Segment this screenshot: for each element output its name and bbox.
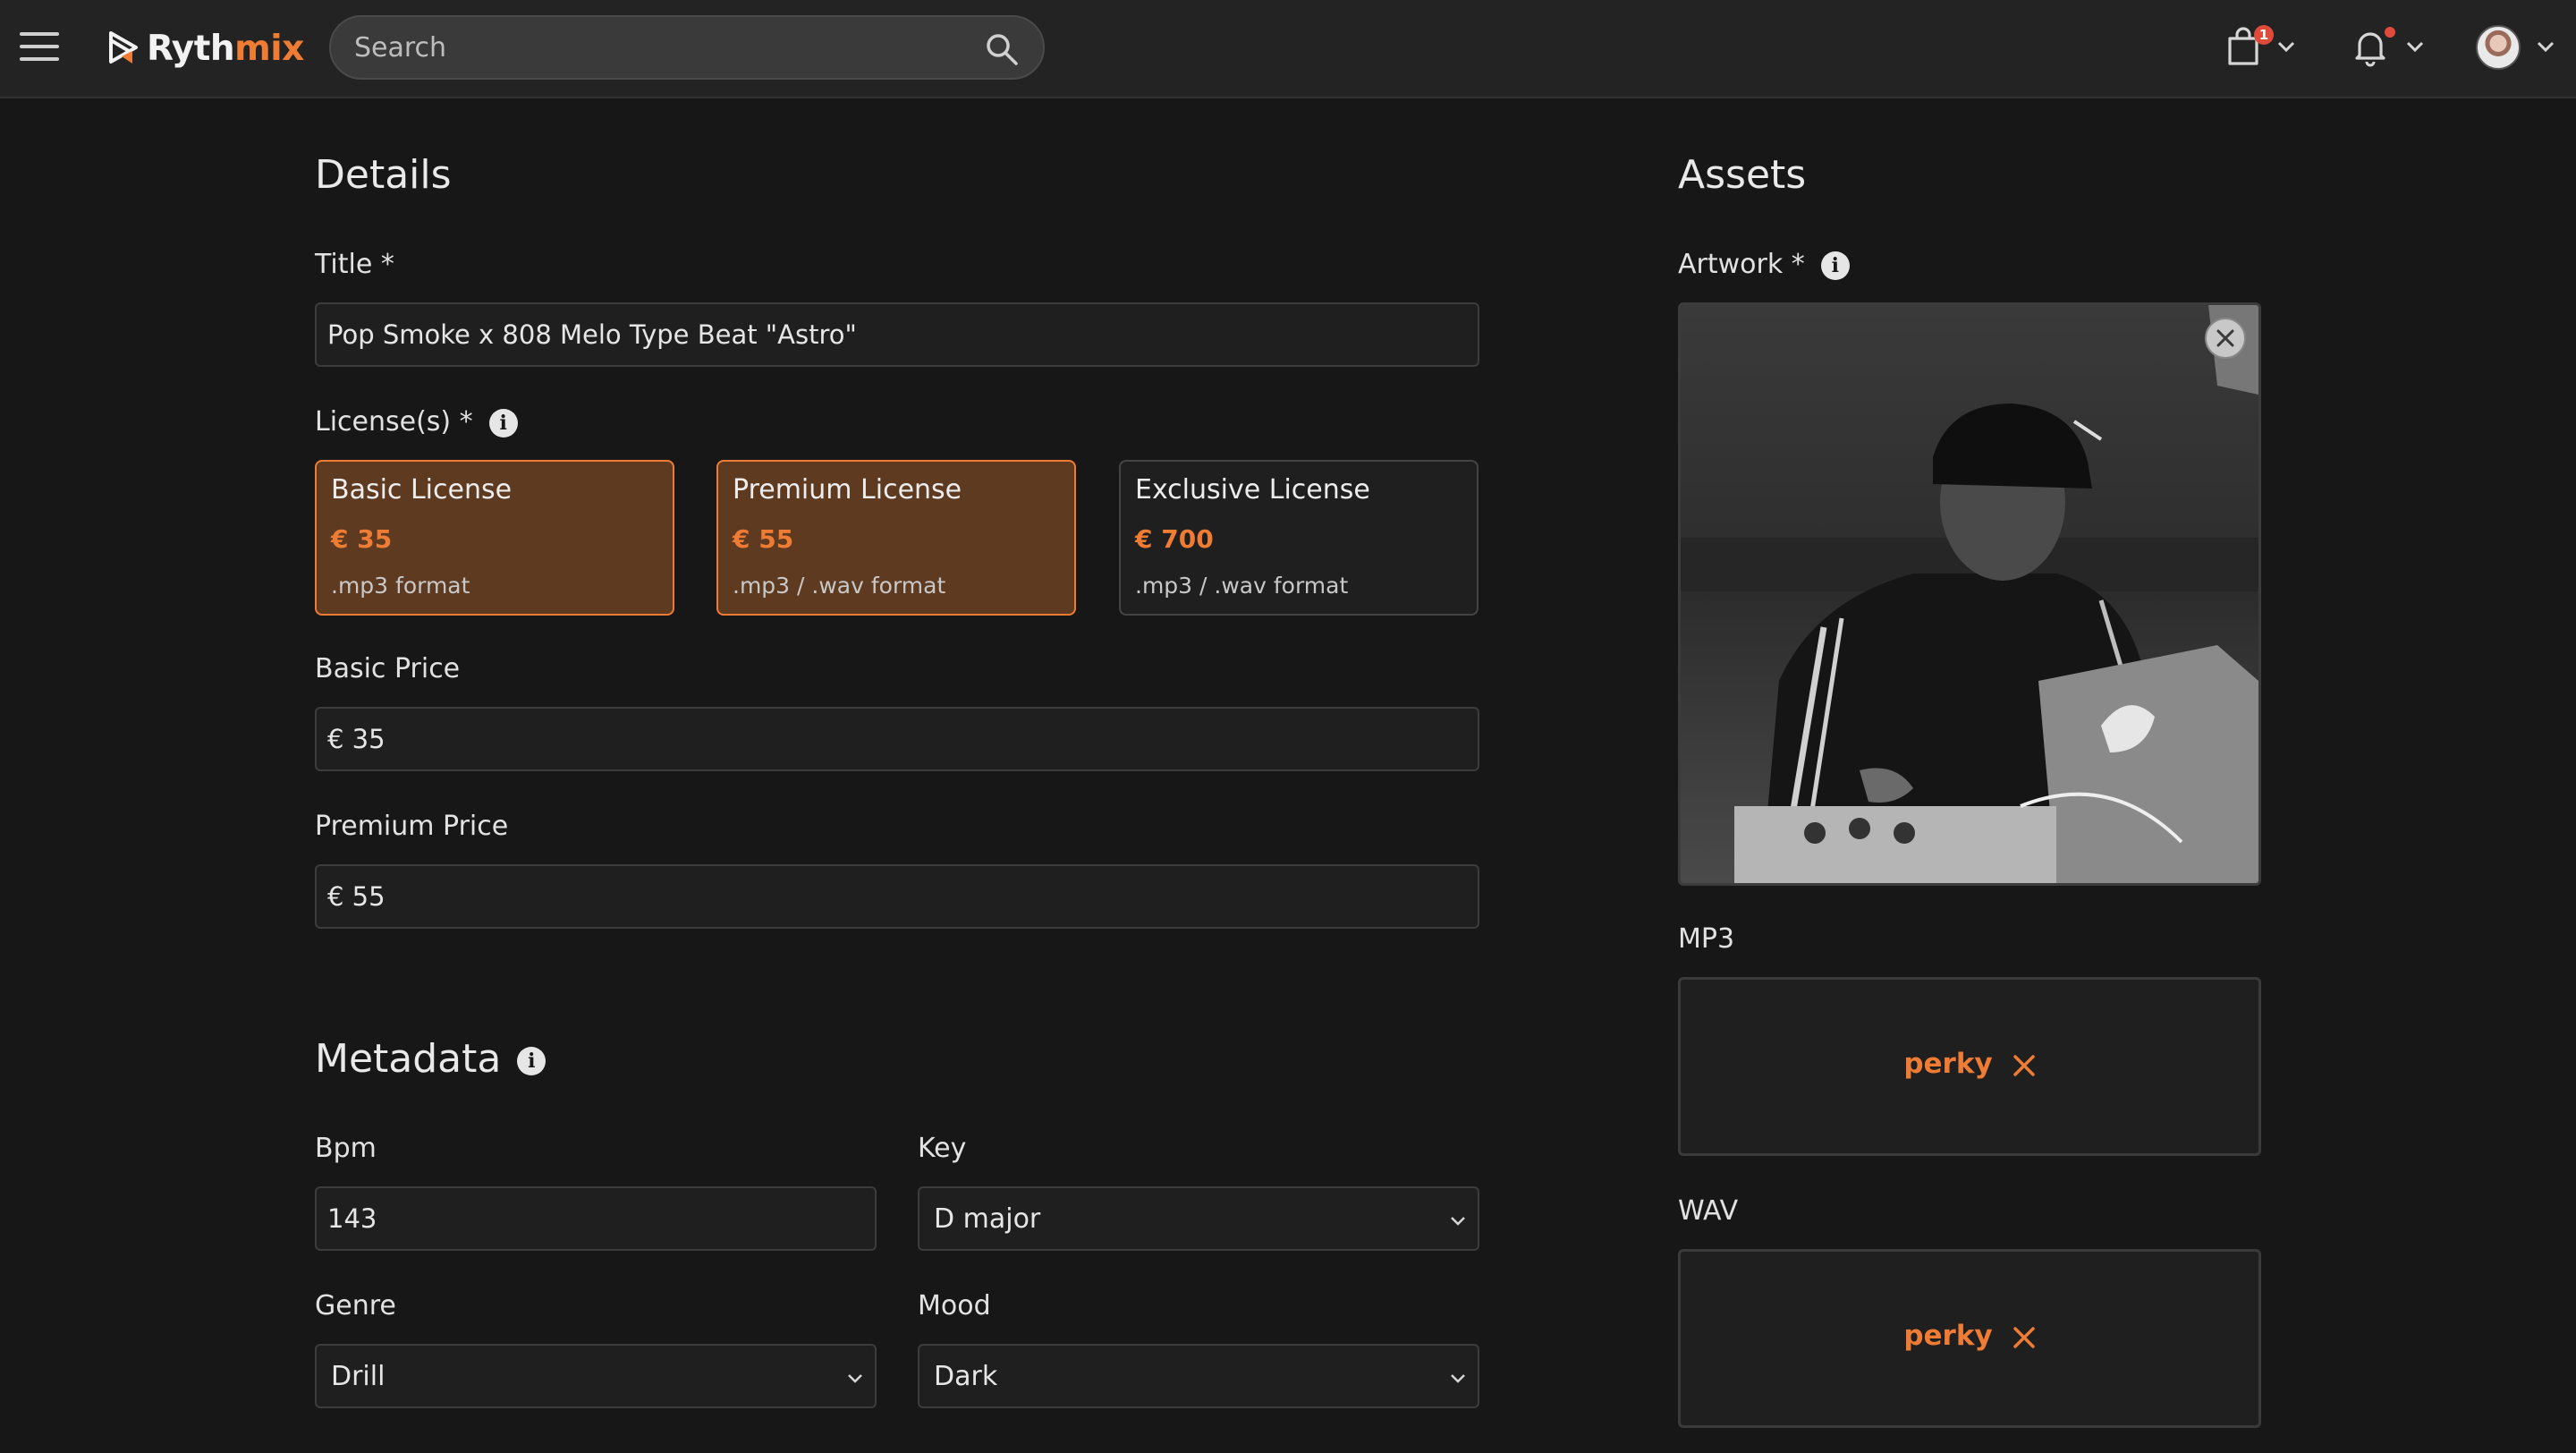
- bpm-field[interactable]: [315, 1186, 877, 1251]
- metadata-heading: Metadata i: [315, 1036, 547, 1082]
- chevron-down-icon: [848, 1374, 862, 1383]
- wav-file-chip: perky: [1681, 1320, 2258, 1352]
- cart-badge: 1: [2254, 25, 2274, 45]
- menu-icon[interactable]: [20, 30, 59, 63]
- title-field[interactable]: [315, 302, 1479, 367]
- basic-price-field[interactable]: [315, 707, 1479, 771]
- wav-label: WAV: [1678, 1195, 1739, 1227]
- title-label: Title *: [315, 249, 394, 280]
- basic-price-label: Basic Price: [315, 653, 461, 684]
- license-card-exclusive[interactable]: Exclusive License € 700 .mp3 / .wav form…: [1119, 460, 1479, 616]
- mood-value: Dark: [934, 1360, 998, 1392]
- close-icon: [2216, 329, 2234, 347]
- notifications-menu[interactable]: [2352, 21, 2424, 75]
- genre-select[interactable]: Drill: [315, 1344, 877, 1408]
- cart-menu[interactable]: 1: [2225, 21, 2297, 75]
- details-heading: Details: [315, 152, 452, 198]
- brand-name: Rythmix: [147, 28, 304, 69]
- search-input[interactable]: [352, 28, 961, 67]
- chevron-down-icon: [2406, 41, 2424, 52]
- wav-file-name: perky: [1903, 1320, 1993, 1352]
- wav-dropzone[interactable]: perky: [1678, 1249, 2261, 1428]
- mood-select[interactable]: Dark: [918, 1344, 1479, 1408]
- remove-artwork-button[interactable]: [2205, 318, 2246, 359]
- notification-dot: [2385, 27, 2395, 38]
- profile-menu[interactable]: [2472, 21, 2562, 75]
- top-bar: Rythmix 1: [0, 0, 2576, 98]
- mp3-file-chip: perky: [1681, 1048, 2258, 1080]
- artwork-label: Artwork * i: [1678, 249, 1850, 280]
- info-icon[interactable]: i: [1820, 251, 1850, 280]
- license-name: Basic License: [331, 474, 513, 506]
- basic-price-input[interactable]: [326, 723, 1469, 755]
- title-input[interactable]: [326, 319, 1469, 351]
- artwork-preview[interactable]: [1678, 302, 2261, 886]
- logo-icon: [109, 31, 138, 64]
- close-icon[interactable]: [2012, 1326, 2036, 1349]
- genre-label: Genre: [315, 1290, 396, 1321]
- key-value: D major: [934, 1202, 1041, 1235]
- chevron-down-icon: [2277, 41, 2295, 52]
- license-format: .mp3 / .wav format: [1135, 573, 1349, 599]
- close-icon[interactable]: [2012, 1054, 2036, 1077]
- key-label: Key: [918, 1133, 967, 1164]
- license-format: .mp3 / .wav format: [733, 573, 946, 599]
- mp3-file-name: perky: [1903, 1048, 1993, 1080]
- logo[interactable]: Rythmix: [109, 23, 304, 73]
- bell-icon: [2355, 32, 2385, 67]
- premium-price-input[interactable]: [326, 880, 1469, 913]
- chevron-down-icon: [1451, 1217, 1465, 1226]
- licenses-label: License(s) * i: [315, 406, 518, 438]
- artwork-image: [1681, 305, 2258, 883]
- license-name: Premium License: [733, 474, 962, 506]
- search-icon[interactable]: [984, 31, 1020, 67]
- bpm-input[interactable]: [326, 1202, 866, 1235]
- license-name: Exclusive License: [1135, 474, 1370, 506]
- license-price: € 700: [1135, 524, 1214, 554]
- chevron-down-icon: [1451, 1374, 1465, 1383]
- premium-price-label: Premium Price: [315, 811, 509, 842]
- mp3-dropzone[interactable]: perky: [1678, 977, 2261, 1156]
- artwork-label-text: Artwork *: [1678, 249, 1805, 280]
- genre-value: Drill: [331, 1360, 386, 1392]
- license-price: € 55: [733, 524, 794, 554]
- license-format: .mp3 format: [331, 573, 470, 599]
- bpm-label: Bpm: [315, 1133, 377, 1164]
- premium-price-field[interactable]: [315, 864, 1479, 929]
- license-price: € 35: [331, 524, 393, 554]
- info-icon[interactable]: i: [488, 408, 518, 438]
- license-card-basic[interactable]: Basic License € 35 .mp3 format: [315, 460, 674, 616]
- avatar: [2476, 25, 2521, 70]
- licenses-label-text: License(s) *: [315, 406, 473, 438]
- search-bar: [329, 15, 1045, 80]
- chevron-down-icon: [2537, 41, 2555, 52]
- metadata-heading-text: Metadata: [315, 1036, 502, 1082]
- assets-heading: Assets: [1678, 152, 1807, 198]
- license-card-premium[interactable]: Premium License € 55 .mp3 / .wav format: [716, 460, 1076, 616]
- key-select[interactable]: D major: [918, 1186, 1479, 1251]
- mp3-label: MP3: [1678, 923, 1735, 955]
- mood-label: Mood: [918, 1290, 991, 1321]
- info-icon[interactable]: i: [517, 1047, 547, 1075]
